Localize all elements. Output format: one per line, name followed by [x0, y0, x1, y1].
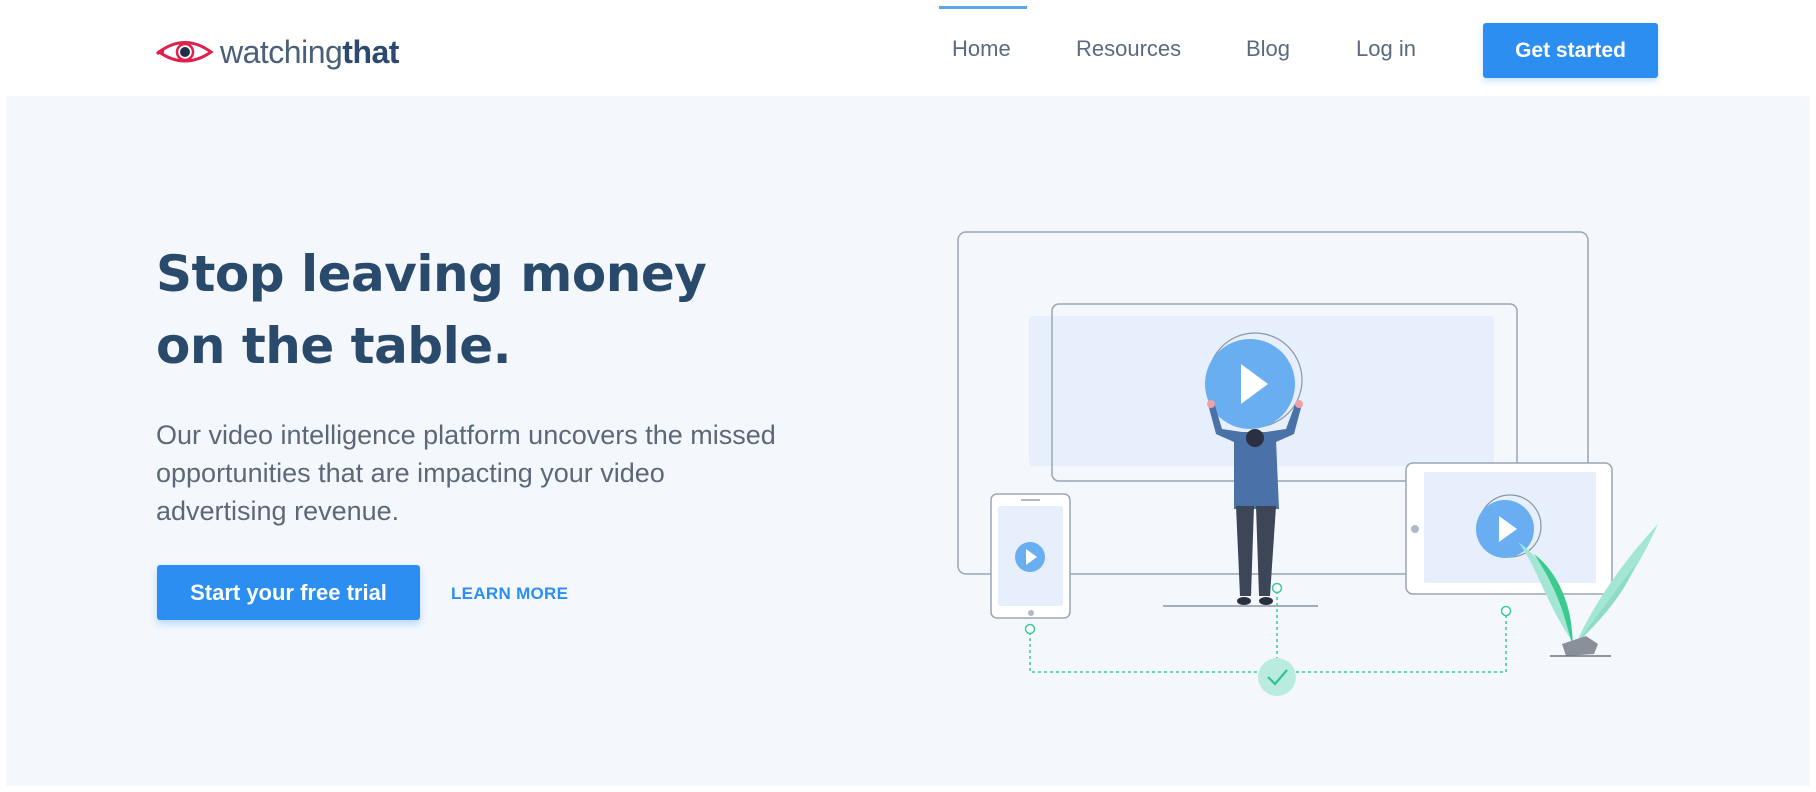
nav-login[interactable]: Log in [1356, 36, 1416, 62]
active-nav-indicator [939, 6, 1027, 9]
hero-title-line-2: on the table. [156, 317, 512, 375]
eye-icon [156, 41, 214, 63]
page-frame: watchingthat Home Resources Blog Log in … [6, 6, 1810, 786]
nav-resources[interactable]: Resources [1076, 36, 1181, 62]
nav-home[interactable]: Home [952, 36, 1011, 62]
hero-title: Stop leaving money on the table. [156, 238, 796, 382]
get-started-button[interactable]: Get started [1483, 23, 1658, 78]
brand-wordmark: watchingthat [220, 34, 399, 71]
check-icon [1258, 658, 1296, 696]
hero-title-line-1: Stop leaving money [156, 245, 707, 303]
brand-name-bold: that [342, 33, 399, 70]
nav-blog[interactable]: Blog [1246, 36, 1290, 62]
hero-illustration [957, 231, 1658, 696]
site-header: watchingthat Home Resources Blog Log in … [6, 6, 1810, 96]
brand-logo[interactable]: watchingthat [156, 32, 399, 72]
hero-subtitle: Our video intelligence platform uncovers… [156, 420, 776, 526]
learn-more-link[interactable]: LEARN MORE [451, 584, 568, 604]
brand-name-light: watching [220, 33, 343, 70]
start-free-trial-button[interactable]: Start your free trial [157, 565, 420, 620]
